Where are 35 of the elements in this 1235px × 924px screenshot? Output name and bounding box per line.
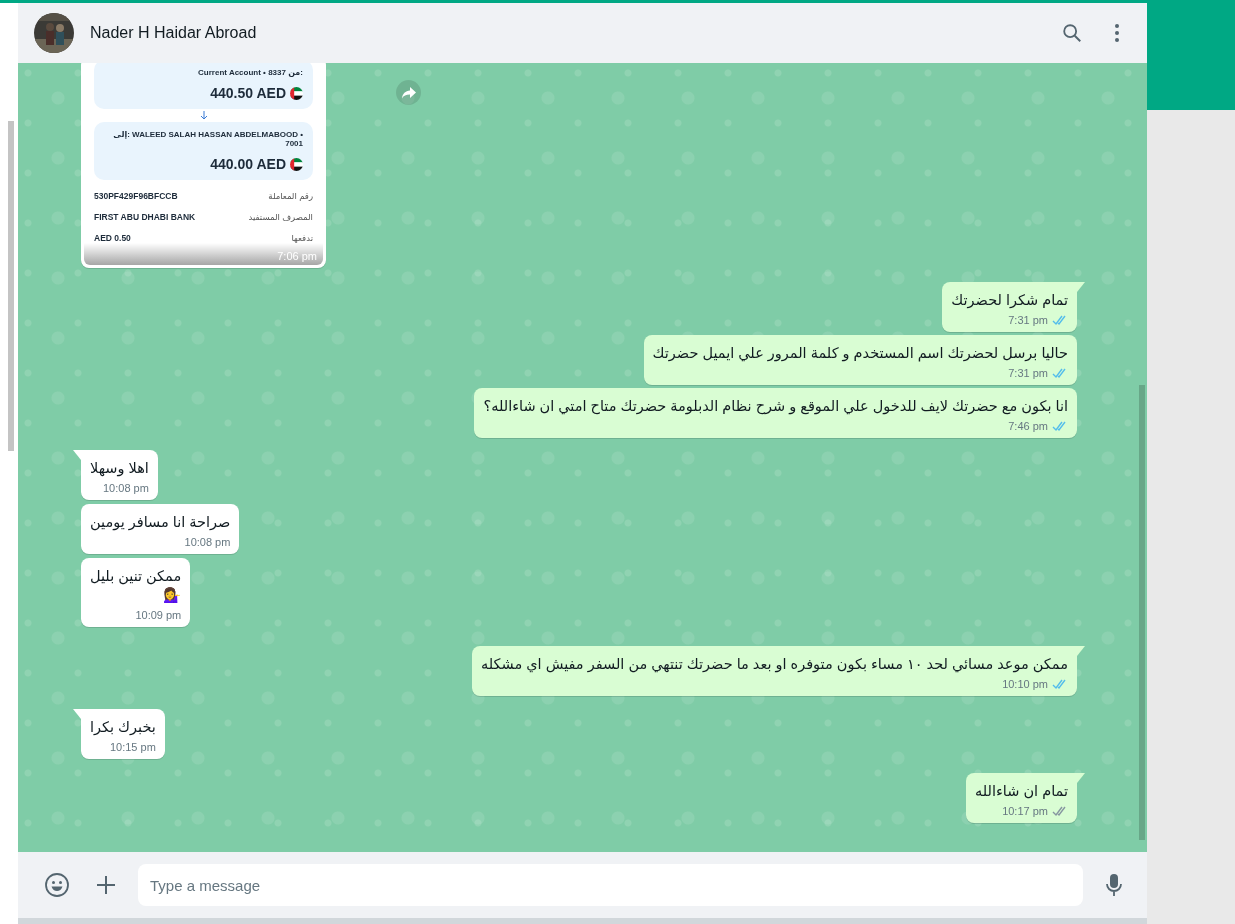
flag-icon <box>290 86 303 100</box>
detail-label: رقم المعاملة <box>268 191 313 201</box>
message-time: 7:31 pm <box>1008 367 1048 379</box>
message-input[interactable]: Type a message <box>138 864 1083 906</box>
scrollbar[interactable] <box>8 121 14 451</box>
message-time: 10:10 pm <box>1002 678 1048 690</box>
detail-value: FIRST ABU DHABI BANK <box>94 212 196 222</box>
message-text: بخبرك بكرا <box>90 718 156 737</box>
detail-label: المصرف المستفيد <box>248 212 313 222</box>
message-text: صراحة انا مسافر يومين <box>90 513 231 532</box>
message-time: 7:31 pm <box>1008 314 1048 326</box>
message-time: 10:17 pm <box>1002 805 1048 817</box>
forward-icon <box>401 86 416 99</box>
message-text: انا بكون مع حضرتك لايف للدخول علي الموقع و شرح نظام الدبلومة حضرتك متاح امتي ان شاءالله؟ <box>483 397 1068 416</box>
arrow-down-icon <box>199 111 208 120</box>
detail-label: تدفعها <box>291 233 313 243</box>
message-time: 10:09 pm <box>135 609 182 621</box>
message-time: 10:15 pm <box>109 741 156 753</box>
message-text: ممكن تنين بليل 💁‍♀ <box>90 567 182 605</box>
contact-name: Nader H Haidar Abroad <box>90 24 258 42</box>
message-time: 7:46 pm <box>1008 420 1048 432</box>
message-time: 7:06 pm <box>277 250 317 262</box>
amount: 440.00 AED <box>210 156 286 172</box>
message-text: اهلا وسهلا <box>90 459 149 478</box>
detail-value: 530PF429F96BFCCB <box>94 191 178 201</box>
message-text: تمام شكرا لحضرتك <box>951 291 1068 310</box>
message-time: 10:08 pm <box>102 482 149 494</box>
scrollbar[interactable] <box>1139 385 1145 840</box>
message-text: حاليا برسل لحضرتك اسم المستخدم و كلمة المرور علي ايميل حضرتك <box>652 344 1068 363</box>
message-text: ممكن موعد مسائي لحد ١٠ مساء بكون متوفره او بعد ما حضرتك تنتهي من السفر مفيش اي مشكله <box>480 655 1068 674</box>
message-text: تمام ان شاءالله <box>975 782 1068 801</box>
detail-value: AED 0.50 <box>94 233 131 243</box>
message-time: 10:08 pm <box>184 536 231 548</box>
flag-icon <box>290 157 303 171</box>
amount: 440.50 AED <box>210 85 286 101</box>
